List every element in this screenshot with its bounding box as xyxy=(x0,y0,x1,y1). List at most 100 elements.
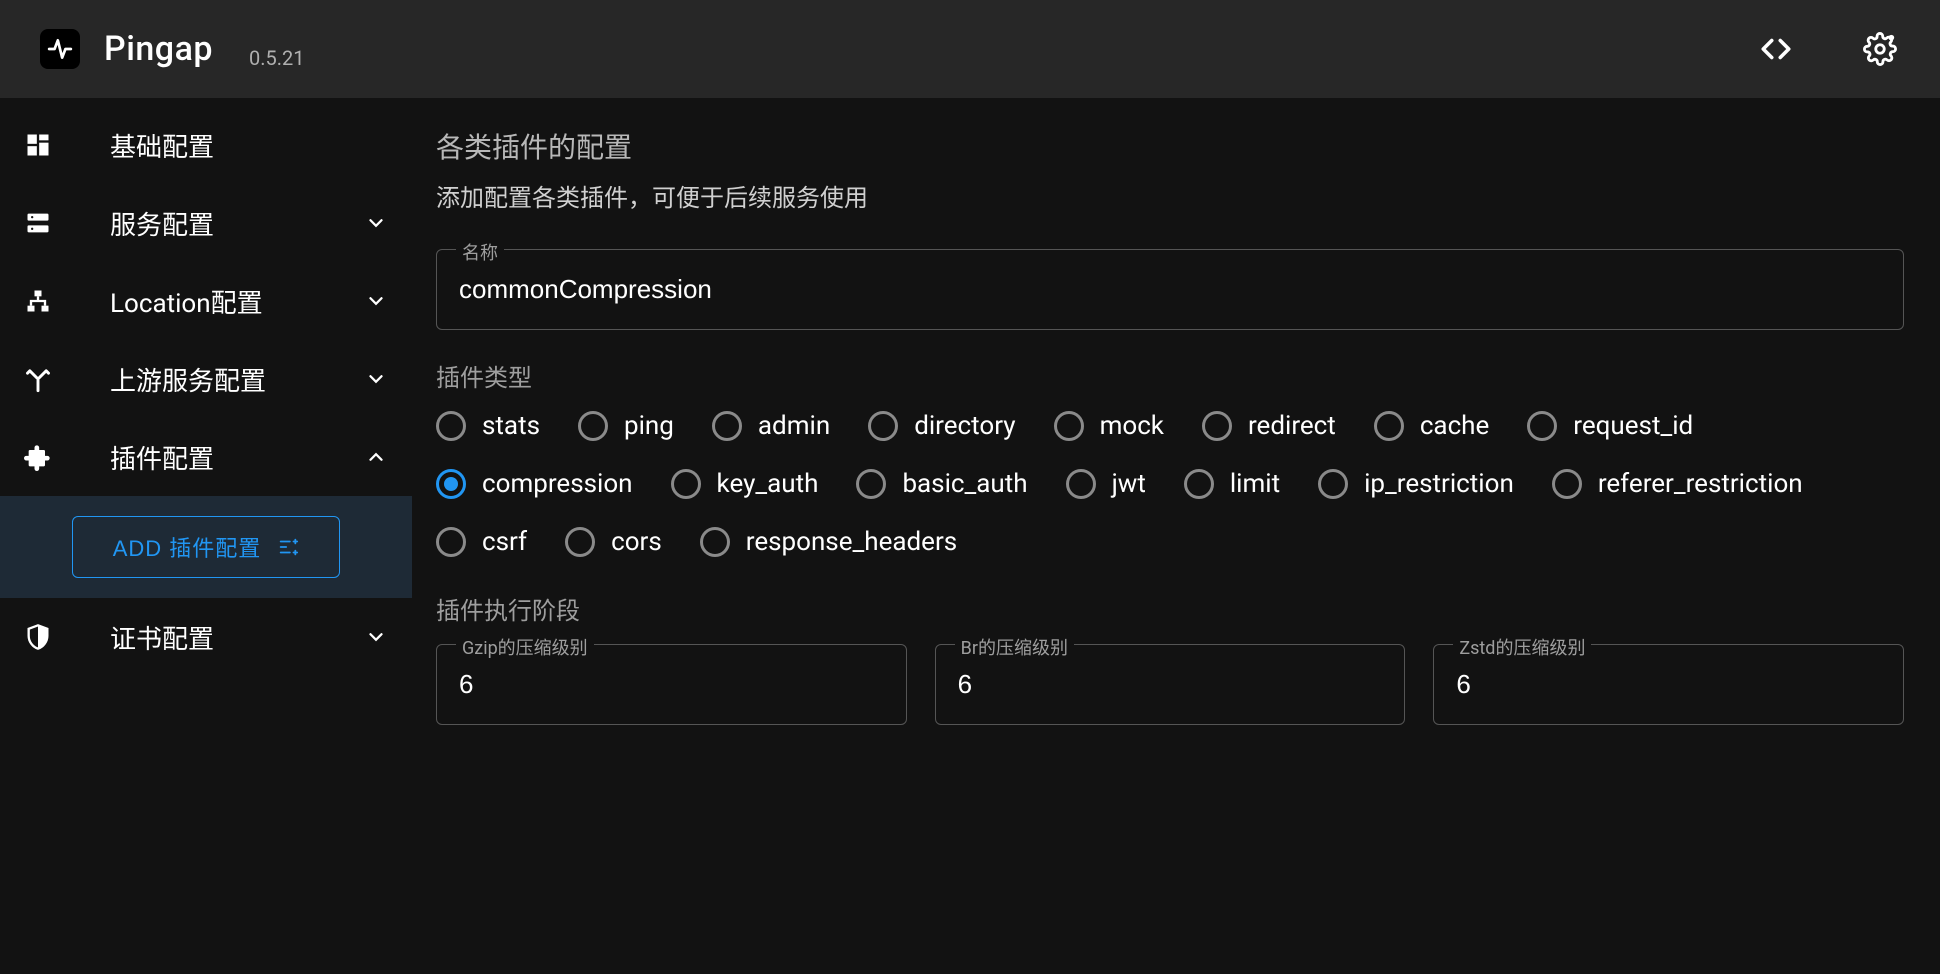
radio-icon xyxy=(436,527,466,557)
plugin-type-radio-key_auth[interactable]: key_auth xyxy=(671,469,819,499)
plugin-type-radio-group: stats ping admin directory mock redirect cache… xyxy=(436,411,1904,557)
radio-icon xyxy=(1527,411,1557,441)
zstd-field: Zstd的压缩级别 xyxy=(1433,644,1904,725)
tune-icon xyxy=(277,536,299,558)
plugin-type-radio-directory[interactable]: directory xyxy=(868,411,1015,441)
chevron-down-icon xyxy=(364,625,388,649)
radio-label: key_auth xyxy=(717,469,819,499)
settings-icon[interactable] xyxy=(1860,29,1900,69)
sidebar-plugin-sub: ADD 插件配置 xyxy=(0,496,412,598)
add-button-label: ADD 插件配置 xyxy=(113,531,262,563)
fork-icon xyxy=(20,361,56,397)
plugin-type-radio-referer_restriction[interactable]: referer_restriction xyxy=(1552,469,1803,499)
sidebar: 基础配置 服务配置 Location配置 上游服务配置 xyxy=(0,98,412,974)
radio-label: redirect xyxy=(1248,411,1336,441)
sitemap-icon xyxy=(20,283,56,319)
radio-label: mock xyxy=(1100,411,1164,441)
plugin-type-radio-stats[interactable]: stats xyxy=(436,411,540,441)
name-input[interactable] xyxy=(436,249,1904,330)
radio-label: referer_restriction xyxy=(1598,469,1803,499)
plugin-type-radio-ip_restriction[interactable]: ip_restriction xyxy=(1318,469,1514,499)
radio-label: response_headers xyxy=(746,527,957,557)
radio-icon xyxy=(565,527,595,557)
radio-icon xyxy=(436,411,466,441)
radio-icon xyxy=(1374,411,1404,441)
name-field: 名称 xyxy=(436,249,1904,330)
plugin-type-radio-jwt[interactable]: jwt xyxy=(1066,469,1146,499)
sidebar-item-cert[interactable]: 证书配置 xyxy=(0,598,412,676)
activity-icon xyxy=(47,36,73,62)
sidebar-item-label: 证书配置 xyxy=(110,619,310,656)
plugin-type-radio-csrf[interactable]: csrf xyxy=(436,527,527,557)
app-title: Pingap xyxy=(104,29,213,69)
radio-label: csrf xyxy=(482,527,527,557)
name-field-label: 名称 xyxy=(456,239,504,265)
sidebar-item-upstream[interactable]: 上游服务配置 xyxy=(0,340,412,418)
radio-label: compression xyxy=(482,469,633,499)
plugin-type-radio-admin[interactable]: admin xyxy=(712,411,830,441)
radio-label: limit xyxy=(1230,469,1280,499)
radio-icon xyxy=(1066,469,1096,499)
plugin-type-radio-ping[interactable]: ping xyxy=(578,411,674,441)
chevron-down-icon xyxy=(364,367,388,391)
radio-icon xyxy=(1202,411,1232,441)
server-icon xyxy=(20,205,56,241)
radio-label: ping xyxy=(624,411,674,441)
page-subtitle: 添加配置各类插件，可便于后续服务使用 xyxy=(436,178,1904,213)
radio-icon xyxy=(1318,469,1348,499)
gzip-field-label: Gzip的压缩级别 xyxy=(456,634,594,660)
plugin-type-radio-mock[interactable]: mock xyxy=(1054,411,1164,441)
sidebar-item-basic[interactable]: 基础配置 xyxy=(0,106,412,184)
radio-icon xyxy=(671,469,701,499)
radio-icon xyxy=(436,469,466,499)
radio-label: ip_restriction xyxy=(1364,469,1514,499)
header: Pingap 0.5.21 xyxy=(0,0,1940,98)
radio-label: cors xyxy=(611,527,662,557)
radio-icon xyxy=(700,527,730,557)
shield-icon xyxy=(20,619,56,655)
exec-stage-label: 插件执行阶段 xyxy=(436,591,1904,626)
radio-icon xyxy=(856,469,886,499)
radio-label: request_id xyxy=(1573,411,1693,441)
radio-icon xyxy=(712,411,742,441)
br-field-label: Br的压缩级别 xyxy=(955,634,1074,660)
chevron-up-icon xyxy=(364,445,388,469)
radio-icon xyxy=(1054,411,1084,441)
plugin-type-radio-cors[interactable]: cors xyxy=(565,527,662,557)
chevron-down-icon xyxy=(364,289,388,313)
radio-label: jwt xyxy=(1112,469,1146,499)
app-logo xyxy=(40,29,80,69)
radio-label: basic_auth xyxy=(902,469,1027,499)
plugin-type-radio-redirect[interactable]: redirect xyxy=(1202,411,1336,441)
sidebar-item-label: 插件配置 xyxy=(110,439,310,476)
sidebar-item-label: 服务配置 xyxy=(110,205,310,242)
radio-label: stats xyxy=(482,411,540,441)
page-title: 各类插件的配置 xyxy=(436,126,1904,166)
sidebar-item-server[interactable]: 服务配置 xyxy=(0,184,412,262)
radio-icon xyxy=(1184,469,1214,499)
sidebar-item-label: Location配置 xyxy=(110,283,310,320)
radio-icon xyxy=(868,411,898,441)
radio-icon xyxy=(1552,469,1582,499)
sidebar-item-location[interactable]: Location配置 xyxy=(0,262,412,340)
chevron-down-icon xyxy=(364,211,388,235)
code-icon[interactable] xyxy=(1756,29,1796,69)
app-version: 0.5.21 xyxy=(249,46,305,70)
plugin-type-radio-limit[interactable]: limit xyxy=(1184,469,1280,499)
main-content: 各类插件的配置 添加配置各类插件，可便于后续服务使用 名称 插件类型 stats… xyxy=(412,98,1940,974)
plugin-type-radio-cache[interactable]: cache xyxy=(1374,411,1489,441)
sidebar-item-label: 基础配置 xyxy=(110,127,388,164)
radio-label: cache xyxy=(1420,411,1489,441)
zstd-field-label: Zstd的压缩级别 xyxy=(1453,634,1591,660)
plugin-type-radio-response_headers[interactable]: response_headers xyxy=(700,527,957,557)
sidebar-item-plugin[interactable]: 插件配置 xyxy=(0,418,412,496)
plugin-type-radio-request_id[interactable]: request_id xyxy=(1527,411,1693,441)
add-plugin-button[interactable]: ADD 插件配置 xyxy=(72,516,341,578)
sidebar-item-label: 上游服务配置 xyxy=(110,361,310,398)
radio-icon xyxy=(578,411,608,441)
radio-label: directory xyxy=(914,411,1015,441)
plugin-type-radio-compression[interactable]: compression xyxy=(436,469,633,499)
plugin-type-radio-basic_auth[interactable]: basic_auth xyxy=(856,469,1027,499)
dashboard-icon xyxy=(20,127,56,163)
plugin-type-label: 插件类型 xyxy=(436,358,1904,393)
